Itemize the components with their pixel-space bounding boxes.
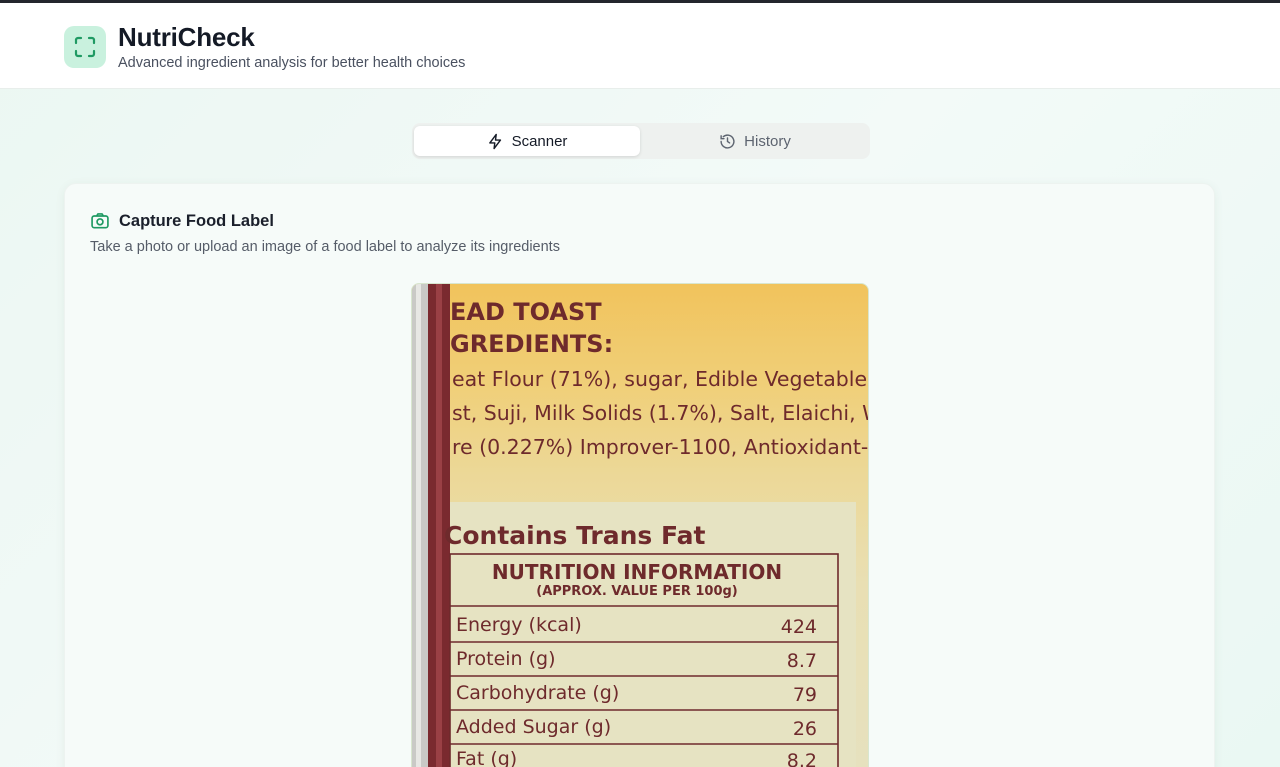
nutrition-row-value: 79: [793, 684, 817, 706]
food-label-image[interactable]: EAD TOAST GREDIENTS: eat Flour (71%), su…: [411, 283, 869, 767]
label-ingredients-1: eat Flour (71%), sugar, Edible Vegetable…: [452, 367, 869, 391]
label-ingredients-2: st, Suji, Milk Solids (1.7%), Salt, Elai…: [452, 401, 869, 425]
nutrition-row-value: 8.7: [787, 650, 817, 672]
capture-title-text: Capture Food Label: [119, 211, 274, 230]
nutrition-row-label: Protein (g): [456, 648, 556, 670]
label-trans-fat: Contains Trans Fat: [444, 521, 705, 550]
camera-icon: [91, 213, 109, 229]
nutrition-row-value: 424: [781, 616, 817, 638]
label-heading-1: EAD TOAST: [450, 298, 602, 326]
nutrition-row-label: Carbohydrate (g): [456, 682, 619, 704]
capture-description: Take a photo or upload an image of a foo…: [90, 239, 560, 255]
app-logo: [64, 26, 106, 68]
app-subtitle: Advanced ingredient analysis for better …: [118, 55, 466, 71]
nutrition-subtitle: (APPROX. VALUE PER 100g): [536, 584, 738, 599]
nutrition-row-label: Energy (kcal): [456, 614, 582, 636]
nutrition-row-label: Fat (g): [456, 748, 517, 767]
nutrition-title: NUTRITION INFORMATION: [492, 560, 782, 584]
label-heading-2: GREDIENTS:: [450, 330, 613, 358]
view-tabs: Scanner History: [412, 123, 870, 159]
nutrition-row-value: 26: [793, 718, 817, 740]
history-icon: [720, 133, 735, 149]
label-ingredients-3: re (0.227%) Improver-1100, Antioxidant-3…: [452, 435, 869, 459]
capture-title: Capture Food Label: [90, 211, 274, 231]
nutrition-row-label: Added Sugar (g): [456, 716, 611, 738]
scan-frame-icon: [74, 36, 96, 58]
tab-scanner[interactable]: Scanner: [414, 126, 640, 156]
lightning-icon: [488, 133, 501, 149]
tab-history[interactable]: History: [642, 126, 868, 156]
app-title: NutriCheck: [118, 22, 255, 52]
tab-scanner-label: Scanner: [511, 132, 568, 150]
app-header: NutriCheck Advanced ingredient analysis …: [0, 3, 1280, 89]
capture-card: Capture Food Label Take a photo or uploa…: [64, 183, 1215, 767]
tab-history-label: History: [744, 132, 791, 150]
nutrition-row-value: 8.2: [787, 750, 817, 767]
